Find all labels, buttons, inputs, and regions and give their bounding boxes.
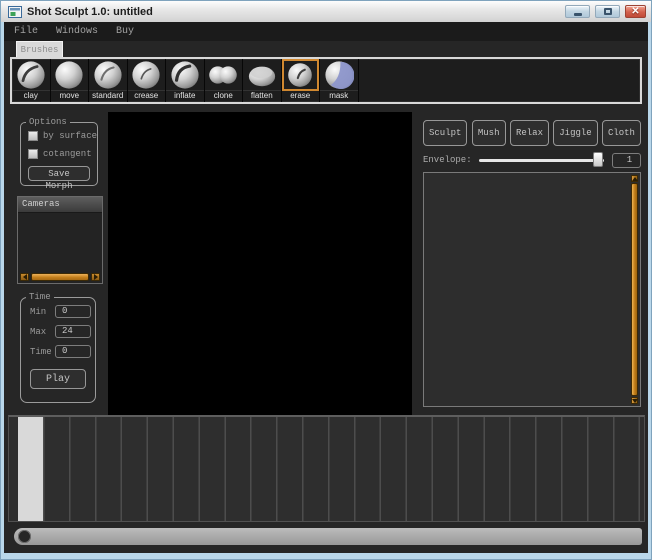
save-morph-button[interactable]: Save Morph bbox=[28, 166, 90, 181]
minimize-button[interactable] bbox=[565, 5, 590, 18]
play-button[interactable]: Play bbox=[30, 369, 86, 389]
erase-brush-icon bbox=[282, 59, 320, 91]
app-surface: File Windows Buy Brushes clay move bbox=[4, 22, 648, 553]
timeline-scrollbar[interactable] bbox=[14, 528, 642, 545]
scroll-left-button[interactable] bbox=[20, 273, 29, 281]
brush-inflate[interactable]: inflate bbox=[166, 59, 205, 102]
brush-label: flatten bbox=[243, 91, 281, 101]
inflate-brush-icon bbox=[166, 59, 204, 91]
max-label: Max bbox=[30, 327, 55, 337]
cotangent-checkbox[interactable] bbox=[28, 149, 38, 159]
vertical-scrollbar-thumb[interactable] bbox=[631, 183, 638, 396]
envelope-row: Envelope: 1 bbox=[423, 151, 641, 169]
time-group-title: Time bbox=[26, 292, 54, 302]
cameras-scrollbar-thumb[interactable] bbox=[31, 273, 89, 281]
brush-crease[interactable]: crease bbox=[128, 59, 167, 102]
brush-clone[interactable]: clone bbox=[205, 59, 244, 102]
menu-buy[interactable]: Buy bbox=[116, 26, 134, 37]
app-window: Shot Sculpt 1.0: untitled ✕ File Windows… bbox=[0, 0, 652, 560]
brush-flatten[interactable]: flatten bbox=[243, 59, 282, 102]
by-surface-label: by surface bbox=[43, 131, 97, 141]
brush-mask[interactable]: mask bbox=[320, 59, 359, 102]
envelope-value-field[interactable]: 1 bbox=[612, 153, 641, 168]
menu-file[interactable]: File bbox=[14, 26, 38, 37]
maximize-button[interactable] bbox=[595, 5, 620, 18]
flatten-brush-icon bbox=[243, 59, 281, 91]
window-title: Shot Sculpt 1.0: untitled bbox=[27, 6, 153, 18]
cameras-list[interactable] bbox=[18, 213, 102, 271]
brush-label: erase bbox=[282, 91, 320, 101]
menu-bar: File Windows Buy bbox=[4, 22, 648, 41]
brush-label: clay bbox=[12, 91, 50, 101]
time-row: Time 0 bbox=[30, 345, 95, 358]
app-icon bbox=[8, 6, 22, 18]
time-group: Time Min 0 Max 24 Time 0 Play bbox=[20, 297, 96, 403]
envelope-slider-handle[interactable] bbox=[593, 152, 603, 167]
mush-button[interactable]: Mush bbox=[472, 120, 506, 146]
min-label: Min bbox=[30, 307, 55, 317]
tab-brushes[interactable]: Brushes bbox=[16, 41, 63, 57]
sculpt-viewport[interactable] bbox=[108, 112, 412, 415]
cloth-button[interactable]: Cloth bbox=[602, 120, 641, 146]
cameras-panel: Cameras bbox=[17, 196, 103, 284]
maximize-icon bbox=[604, 8, 612, 15]
arrow-up-icon bbox=[632, 177, 638, 181]
clone-brush-icon bbox=[205, 59, 243, 91]
min-field[interactable]: 0 bbox=[55, 305, 91, 318]
vertical-scrollbar bbox=[631, 175, 638, 404]
brush-toolbar: clay move standard crease bbox=[10, 57, 642, 104]
arrow-left-icon bbox=[23, 274, 27, 280]
min-row: Min 0 bbox=[30, 305, 95, 318]
timeline-track[interactable] bbox=[8, 415, 645, 522]
options-group: Options by surface cotangent Save Morph bbox=[20, 122, 98, 186]
sculpt-mode-buttons: Sculpt Mush Relax Jiggle Cloth bbox=[423, 120, 641, 146]
time-field[interactable]: 0 bbox=[55, 345, 91, 358]
scroll-down-button[interactable] bbox=[631, 397, 638, 404]
by-surface-checkbox[interactable] bbox=[28, 131, 38, 141]
arrow-down-icon bbox=[632, 399, 638, 403]
arrow-right-icon bbox=[94, 274, 98, 280]
cotangent-row: cotangent bbox=[28, 149, 97, 159]
crease-brush-icon bbox=[128, 59, 166, 91]
brush-label: move bbox=[51, 91, 89, 101]
brush-label: mask bbox=[320, 91, 358, 101]
window-controls: ✕ bbox=[565, 5, 646, 18]
envelope-label: Envelope: bbox=[423, 155, 472, 165]
brush-standard[interactable]: standard bbox=[89, 59, 128, 102]
relax-button[interactable]: Relax bbox=[510, 120, 549, 146]
brush-label: inflate bbox=[166, 91, 204, 101]
brush-erase[interactable]: erase bbox=[282, 59, 321, 102]
close-button[interactable]: ✕ bbox=[625, 5, 646, 18]
mask-brush-icon bbox=[320, 59, 358, 91]
cotangent-label: cotangent bbox=[43, 149, 92, 159]
title-bar[interactable]: Shot Sculpt 1.0: untitled ✕ bbox=[1, 1, 651, 22]
minimize-icon bbox=[574, 13, 582, 16]
move-brush-icon bbox=[51, 59, 89, 91]
timeline-scrollbar-knob[interactable] bbox=[18, 530, 31, 543]
layers-list-panel[interactable] bbox=[423, 172, 641, 407]
cameras-horizontal-scrollbar bbox=[20, 273, 100, 281]
clay-brush-icon bbox=[12, 59, 50, 91]
standard-brush-icon bbox=[89, 59, 127, 91]
brush-label: standard bbox=[89, 91, 127, 101]
envelope-slider-track[interactable] bbox=[479, 159, 604, 162]
close-icon: ✕ bbox=[631, 7, 639, 17]
menu-windows[interactable]: Windows bbox=[56, 26, 98, 37]
max-field[interactable]: 24 bbox=[55, 325, 91, 338]
options-group-title: Options bbox=[26, 117, 70, 127]
brush-move[interactable]: move bbox=[51, 59, 90, 102]
brush-clay[interactable]: clay bbox=[12, 59, 51, 102]
brush-label: crease bbox=[128, 91, 166, 101]
envelope-slider[interactable] bbox=[477, 151, 606, 169]
jiggle-button[interactable]: Jiggle bbox=[553, 120, 597, 146]
max-row: Max 24 bbox=[30, 325, 95, 338]
brush-label: clone bbox=[205, 91, 243, 101]
scroll-up-button[interactable] bbox=[631, 175, 638, 182]
timeline-playhead[interactable] bbox=[18, 417, 43, 521]
scroll-right-button[interactable] bbox=[91, 273, 100, 281]
by-surface-row: by surface bbox=[28, 131, 97, 141]
sculpt-button[interactable]: Sculpt bbox=[423, 120, 467, 146]
cameras-header: Cameras bbox=[18, 197, 102, 213]
time-label: Time bbox=[30, 347, 55, 357]
